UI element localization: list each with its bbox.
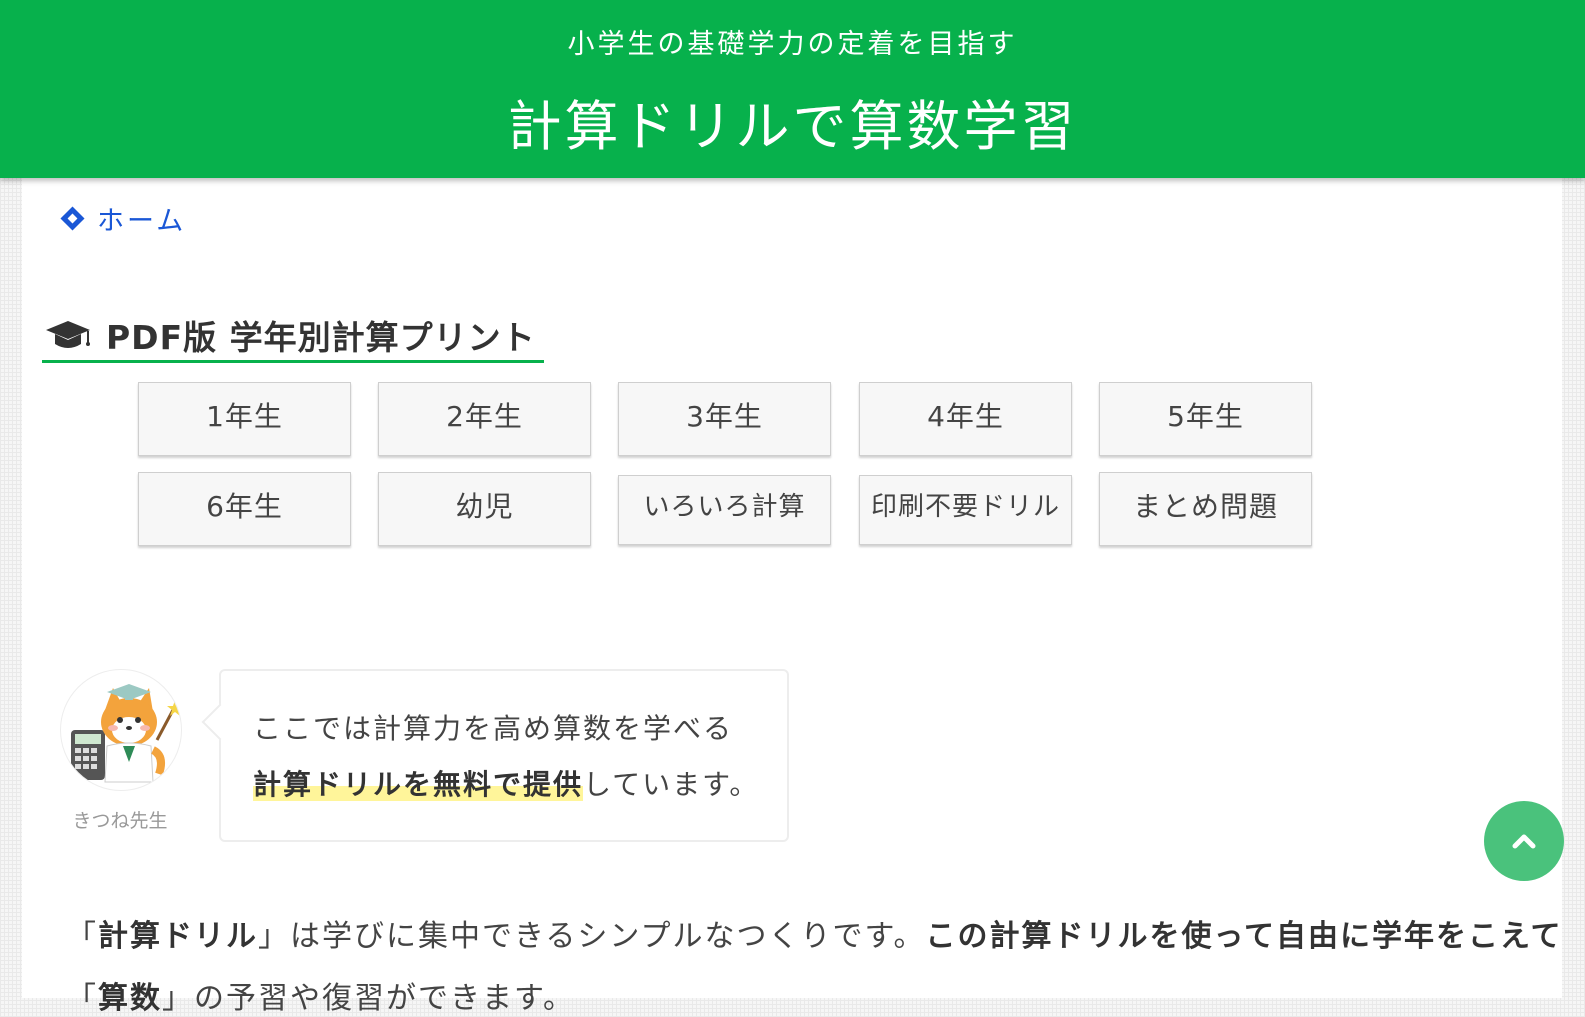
site-header: 小学生の基礎学力の定着を目指す 計算ドリルで算数学習 xyxy=(0,0,1585,178)
intro-term: 計算ドリル xyxy=(98,919,258,954)
speech-line-2: 計算ドリルを無料で提供しています。 xyxy=(253,763,759,803)
scroll-to-top-button[interactable] xyxy=(1484,801,1564,881)
breadcrumb-home-label: ホーム xyxy=(97,205,187,237)
graduation-cap-icon xyxy=(46,321,90,348)
intro-line2-open: 「 xyxy=(66,981,98,1016)
intro-middle: は学びに集中できるシンプルなつくりです。 xyxy=(290,919,926,954)
intro-line2-term: 算数 xyxy=(98,981,162,1016)
main-content: ホーム PDF版 学年別計算プリント 1年生 2年生 3年生 4年生 5年生 6… xyxy=(22,178,1563,1016)
speaker-name: きつね先生 xyxy=(72,810,168,832)
diamond-icon xyxy=(60,205,85,231)
fox-teacher-avatar xyxy=(60,669,182,791)
section-heading-text: PDF版 学年別計算プリント xyxy=(106,318,536,357)
site-tagline: 小学生の基礎学力の定着を目指す xyxy=(567,29,1018,60)
speech-line-2-rest: しています。 xyxy=(583,768,760,801)
grade-button-5[interactable]: 5年生 xyxy=(1099,382,1312,456)
grade-button-no-print[interactable]: 印刷不要ドリル xyxy=(859,475,1072,545)
grade-button-various[interactable]: いろいろ計算 xyxy=(618,475,831,545)
intro-open-quote: 「 xyxy=(66,919,98,954)
speech-highlight: 計算ドリルを無料で提供 xyxy=(253,768,584,801)
grade-button-2[interactable]: 2年生 xyxy=(378,382,591,456)
intro-line2-rest: 」の予習や復習ができます。 xyxy=(162,981,575,1016)
grade-button-6[interactable]: 6年生 xyxy=(138,472,351,546)
fox-teacher-icon xyxy=(71,684,181,783)
grade-button-review[interactable]: まとめ問題 xyxy=(1099,472,1312,546)
grade-button-3[interactable]: 3年生 xyxy=(618,382,831,456)
site-title[interactable]: 計算ドリルで算数学習 xyxy=(0,82,1585,161)
speech-line-1: ここでは計算力を高め算数を学べる xyxy=(253,712,734,745)
intro-paragraph-line-2: 「算数」の予習や復習ができます。 xyxy=(66,973,575,1017)
section-heading: PDF版 学年別計算プリント xyxy=(42,310,544,363)
grade-button-4[interactable]: 4年生 xyxy=(859,382,1072,456)
chevron-up-icon xyxy=(1512,834,1536,849)
intro-paragraph-line-1: 「計算ドリル」は学びに集中できるシンプルなつくりです。この計算ドリルを使って自由… xyxy=(66,911,1563,955)
intro-bold-tail: この計算ドリルを使って自由に学年をこえて xyxy=(925,919,1563,954)
breadcrumb-home-link[interactable]: ホーム xyxy=(58,198,186,238)
grade-button-1[interactable]: 1年生 xyxy=(138,382,351,456)
grade-button-preschool[interactable]: 幼児 xyxy=(378,472,591,546)
intro-close-quote: 」 xyxy=(258,919,290,954)
speech-bubble: ここでは計算力を高め算数を学べる 計算ドリルを無料で提供しています。 xyxy=(219,669,789,842)
